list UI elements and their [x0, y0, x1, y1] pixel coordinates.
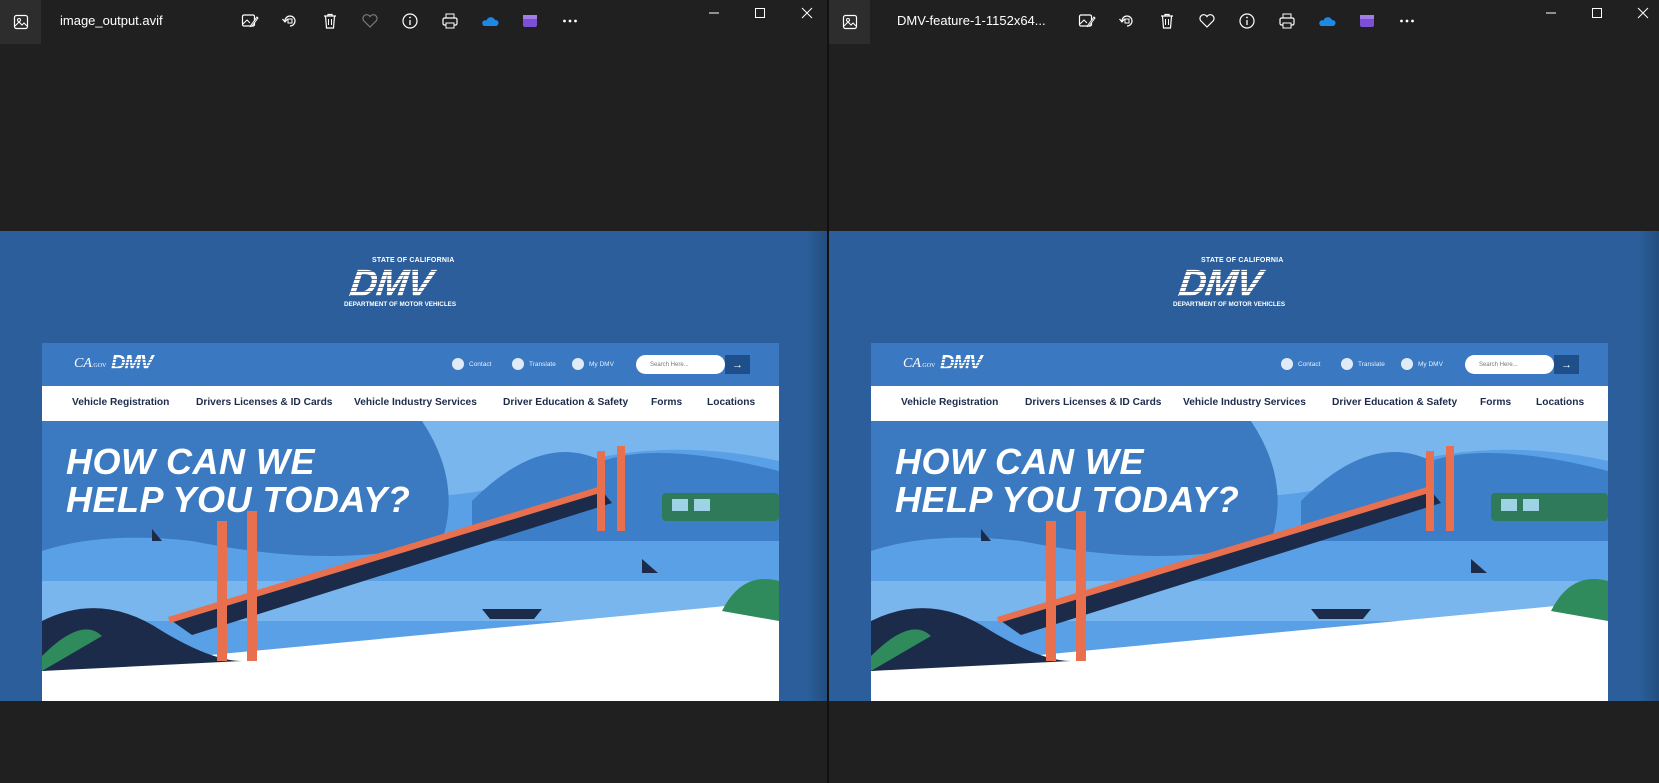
site-nav-bar: Vehicle Registration Drivers Licenses & … — [871, 386, 1608, 422]
user-icon — [1401, 358, 1413, 370]
info-icon[interactable] — [399, 10, 421, 32]
more-icon[interactable] — [1396, 10, 1418, 32]
file-title: DMV-feature-1-1152x64... — [897, 13, 1046, 28]
image-canvas: STATE OF CALIFORNIA DMV DEPARTMENT OF MO… — [0, 231, 827, 701]
photos-app-icon — [829, 0, 870, 44]
title-bar: image_output.avif — [0, 0, 827, 44]
logo-dept-text: DEPARTMENT OF MOTOR VEHICLES — [344, 301, 457, 308]
translate-icon — [1341, 358, 1353, 370]
hero-headline: HOW CAN WE HELP YOU TODAY? — [66, 443, 410, 519]
hero-banner: HOW CAN WE HELP YOU TODAY? — [42, 421, 779, 701]
more-icon[interactable] — [559, 10, 581, 32]
nav-item: Forms — [1480, 397, 1512, 408]
hero-line-2: HELP YOU TODAY? — [895, 479, 1240, 520]
ca-gov-logo: CA.GOV — [74, 356, 106, 372]
photos-window-right: DMV-feature-1-1152x64... STATE OF CALIFO… — [829, 0, 1659, 783]
favorite-icon[interactable] — [359, 10, 381, 32]
edit-image-icon[interactable] — [239, 10, 261, 32]
nav-item: Locations — [1536, 397, 1585, 408]
maximize-icon[interactable] — [748, 4, 772, 22]
nav-item: Forms — [651, 397, 683, 408]
dmv-website-screenshot: CA.GOV DMV Contact Translate My DMV Sear… — [871, 343, 1608, 701]
site-search-box: Search Here... — [636, 355, 725, 374]
nav-item: Locations — [707, 397, 756, 408]
site-top-bar: CA.GOV DMV Contact Translate My DMV Sear… — [42, 343, 779, 386]
translate-label: Translate — [529, 360, 556, 368]
clipchamp-icon[interactable] — [519, 10, 541, 32]
hero-line-1: HOW CAN WE — [895, 441, 1144, 482]
dmv-main-logo: STATE OF CALIFORNIA DMV DEPARTMENT OF MO… — [344, 257, 476, 309]
ca-logo-text: CA — [903, 356, 921, 371]
onedrive-icon[interactable] — [479, 10, 501, 32]
ca-logo-sub: .GOV — [920, 363, 936, 369]
photos-window-left: image_output.avif STATE OF CALIFORNIA DM… — [0, 0, 827, 783]
minimize-icon[interactable] — [1539, 4, 1563, 22]
hero-banner: HOW CAN WE HELP YOU TODAY? — [871, 421, 1608, 701]
arrow-right-icon: → — [725, 355, 750, 374]
file-title: image_output.avif — [60, 13, 163, 28]
maximize-icon[interactable] — [1585, 4, 1609, 22]
site-dmv-logo: DMV — [940, 352, 982, 374]
arrow-right-icon: → — [1554, 355, 1579, 374]
edit-image-icon[interactable] — [1076, 10, 1098, 32]
logo-stripes — [1179, 271, 1299, 299]
ca-gov-logo: CA.GOV — [903, 356, 935, 372]
delete-icon[interactable] — [319, 10, 341, 32]
user-icon — [572, 358, 584, 370]
nav-item: Vehicle Registration — [901, 397, 999, 408]
contact-label: Contact — [1298, 360, 1321, 368]
mydmv-link: My DMV — [572, 358, 614, 370]
hero-line-2: HELP YOU TODAY? — [66, 479, 411, 520]
close-icon[interactable] — [1631, 4, 1655, 22]
nav-item: Drivers Licenses & ID Cards — [196, 397, 333, 408]
delete-icon[interactable] — [1156, 10, 1178, 32]
nav-item: Driver Education & Safety — [1332, 397, 1458, 408]
ca-logo-text: CA — [74, 356, 92, 371]
clipchamp-icon[interactable] — [1356, 10, 1378, 32]
nav-item: Drivers Licenses & ID Cards — [1025, 397, 1162, 408]
favorite-icon[interactable] — [1196, 10, 1218, 32]
minimize-icon[interactable] — [702, 4, 726, 22]
translate-link: Translate — [512, 358, 556, 370]
image-canvas: STATE OF CALIFORNIA DMV DEPARTMENT OF MO… — [829, 231, 1659, 701]
logo-dept-text: DEPARTMENT OF MOTOR VEHICLES — [1173, 301, 1286, 308]
site-search-box: Search Here... — [1465, 355, 1554, 374]
print-icon[interactable] — [439, 10, 461, 32]
info-icon[interactable] — [1236, 10, 1258, 32]
print-icon[interactable] — [1276, 10, 1298, 32]
site-nav-bar: Vehicle Registration Drivers Licenses & … — [42, 386, 779, 422]
close-icon[interactable] — [795, 4, 819, 22]
hero-headline: HOW CAN WE HELP YOU TODAY? — [895, 443, 1239, 519]
search-placeholder: Search Here... — [1479, 361, 1518, 368]
translate-label: Translate — [1358, 360, 1385, 368]
contact-icon — [452, 358, 464, 370]
title-bar: DMV-feature-1-1152x64... — [829, 0, 1659, 44]
ca-logo-sub: .GOV — [91, 363, 107, 369]
site-dmv-logo: DMV — [111, 352, 153, 374]
photos-app-icon — [0, 0, 41, 44]
mydmv-label: My DMV — [589, 360, 614, 368]
nav-item: Driver Education & Safety — [503, 397, 629, 408]
search-placeholder: Search Here... — [650, 361, 689, 368]
contact-icon — [1281, 358, 1293, 370]
mydmv-link: My DMV — [1401, 358, 1443, 370]
rotate-icon[interactable] — [279, 10, 301, 32]
nav-item: Vehicle Industry Services — [1183, 397, 1306, 408]
logo-stripes — [350, 271, 470, 299]
nav-item: Vehicle Industry Services — [354, 397, 477, 408]
dmv-main-logo: STATE OF CALIFORNIA DMV DEPARTMENT OF MO… — [1173, 257, 1305, 309]
mydmv-label: My DMV — [1418, 360, 1443, 368]
rotate-icon[interactable] — [1116, 10, 1138, 32]
hero-line-1: HOW CAN WE — [66, 441, 315, 482]
translate-icon — [512, 358, 524, 370]
dmv-website-screenshot: CA.GOV DMV Contact Translate My DMV Sear… — [42, 343, 779, 701]
translate-link: Translate — [1341, 358, 1385, 370]
contact-label: Contact — [469, 360, 492, 368]
onedrive-icon[interactable] — [1316, 10, 1338, 32]
contact-link: Contact — [452, 358, 491, 370]
contact-link: Contact — [1281, 358, 1320, 370]
site-top-bar: CA.GOV DMV Contact Translate My DMV Sear… — [871, 343, 1608, 386]
nav-item: Vehicle Registration — [72, 397, 170, 408]
